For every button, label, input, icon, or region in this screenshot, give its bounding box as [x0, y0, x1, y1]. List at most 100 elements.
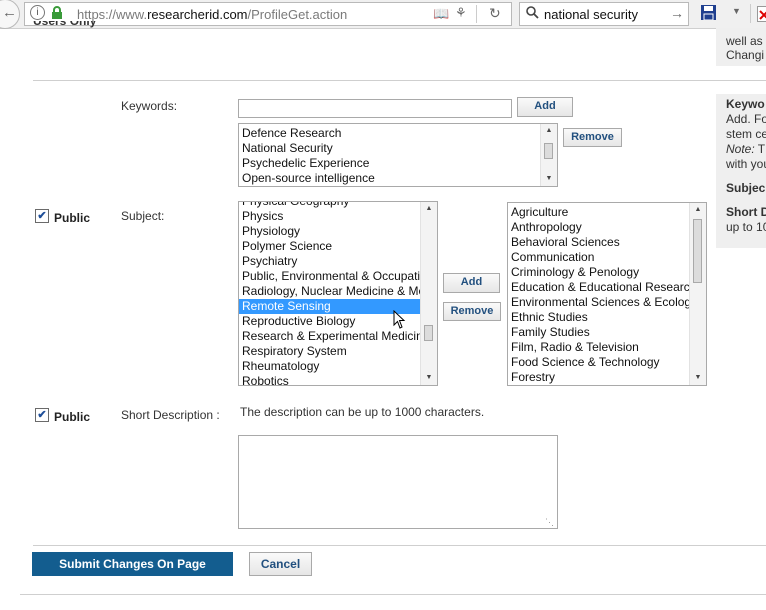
toolbar-divider	[476, 5, 477, 23]
list-item[interactable]: Film, Radio & Television	[508, 340, 689, 355]
subject-public-checkbox[interactable]: ✔	[35, 209, 49, 223]
keywords-scrollbar[interactable]: ▲ ▼	[540, 124, 557, 186]
search-query: national security	[544, 7, 638, 22]
keyword-input[interactable]	[238, 99, 512, 118]
scrollbar-thumb[interactable]	[544, 143, 553, 159]
selected-subjects-listbox[interactable]: Agriculture Anthropology Behavioral Scienc…	[507, 202, 707, 386]
add-keyword-button[interactable]: Add	[517, 97, 573, 117]
list-item[interactable]: Communication	[508, 250, 689, 265]
search-go-icon[interactable]: →	[670, 5, 684, 21]
info-icon: i	[30, 5, 45, 20]
list-item[interactable]: Respiratory System	[239, 344, 420, 359]
keywords-list: Defence Research National Security Psyched…	[239, 126, 540, 186]
top-cut-text: Users Only	[33, 21, 97, 28]
section-divider	[33, 80, 766, 81]
available-subjects-listbox[interactable]: Physical Geography Physics Physiology Polym…	[238, 201, 438, 386]
remove-subject-button[interactable]: Remove	[443, 302, 501, 321]
description-public-checkbox[interactable]: ✔	[35, 408, 49, 422]
search-icon	[526, 6, 539, 22]
section-divider-bottom	[33, 545, 766, 546]
help-sidebar: Keywo Add. Fo stem ce Note: T with you S…	[716, 94, 766, 248]
sidebar-top-line2: Changi	[726, 48, 765, 62]
available-subjects-scrollbar[interactable]: ▲ ▼	[420, 202, 437, 385]
list-item[interactable]: Physics	[239, 209, 420, 224]
sidebar-short-desc-line: up to 10	[726, 220, 766, 234]
mouse-cursor-icon	[393, 309, 407, 333]
list-item[interactable]: Education & Educational Research	[508, 280, 689, 295]
sidebar-keywords-note: Note:	[726, 142, 755, 156]
list-item[interactable]: Psychiatry	[239, 254, 420, 269]
list-item[interactable]: Physiology	[239, 224, 420, 239]
list-item[interactable]: Rheumatology	[239, 359, 420, 374]
save-page-icon[interactable]	[701, 5, 716, 23]
list-item[interactable]: Ethnic Studies	[508, 310, 689, 325]
reader-view-icon[interactable]: 📖	[433, 6, 449, 22]
sidebar-keywords-line2: Add. Fo	[726, 112, 766, 126]
sidebar-top-line1: well as	[726, 34, 763, 48]
short-description-label: Short Description :	[121, 408, 220, 422]
resize-grip-icon[interactable]: ⋱	[545, 517, 554, 528]
help-sidebar-top: well as Changi	[716, 28, 766, 66]
url-path: /ProfileGet.action	[247, 7, 348, 22]
list-item[interactable]: Anthropology	[508, 220, 689, 235]
scroll-down-arrow-icon[interactable]: ▼	[421, 371, 437, 385]
translate-icon[interactable]: ⚘	[455, 5, 467, 21]
list-item[interactable]: Polymer Science	[239, 239, 420, 254]
scrollbar-thumb[interactable]	[424, 325, 433, 341]
scrollbar-thumb[interactable]	[693, 219, 702, 283]
sidebar-subject-title: Subjec	[726, 181, 766, 195]
list-item[interactable]: Physical Geography	[239, 202, 420, 209]
search-bar[interactable]: national security →	[519, 2, 689, 26]
page-bottom-border	[20, 594, 766, 595]
keywords-listbox[interactable]: Defence Research National Security Psyched…	[238, 123, 558, 187]
chevron-down-icon[interactable]: ▼	[732, 6, 741, 16]
subject-label: Subject:	[121, 209, 165, 223]
short-description-textarea[interactable]	[238, 435, 558, 529]
list-item[interactable]: Environmental Sciences & Ecology	[508, 295, 689, 310]
sidebar-short-desc-title: Short D	[726, 205, 766, 219]
url-prefix: https://www.	[77, 7, 148, 22]
reload-icon[interactable]: ↻	[489, 5, 501, 22]
short-description-hint: The description can be up to 1000 charac…	[240, 405, 485, 419]
selected-subjects-scrollbar[interactable]: ▲ ▼	[689, 203, 706, 385]
list-item[interactable]: Criminology & Penology	[508, 265, 689, 280]
list-item[interactable]: Radiology, Nuclear Medicine & Medical Im…	[239, 284, 420, 299]
browser-toolbar: ← i https://www.researcherid.com/Profile…	[0, 0, 766, 29]
list-item[interactable]: National Security	[239, 141, 540, 156]
available-subjects-list: Physical Geography Physics Physiology Polym…	[239, 202, 420, 385]
subject-public-label: Public	[54, 211, 91, 225]
cancel-button[interactable]: Cancel	[249, 552, 312, 576]
scroll-down-arrow-icon[interactable]: ▼	[690, 371, 706, 385]
list-item[interactable]: Behavioral Sciences	[508, 235, 689, 250]
toolbar-divider	[750, 4, 751, 23]
description-public-label: Public	[54, 410, 91, 424]
sidebar-keywords-line3: stem ce	[726, 127, 766, 141]
scroll-up-arrow-icon[interactable]: ▲	[690, 203, 706, 217]
add-subject-button[interactable]: Add	[443, 273, 500, 293]
submit-changes-button[interactable]: Submit Changes On Page	[32, 552, 233, 576]
sidebar-keywords-title: Keywo	[726, 97, 765, 111]
list-item[interactable]: Forestry	[508, 370, 689, 385]
list-item[interactable]: Open-source intelligence	[239, 171, 540, 186]
url-text: https://www.researcherid.com/ProfileGet.…	[77, 7, 347, 22]
scroll-up-arrow-icon[interactable]: ▲	[541, 124, 557, 138]
list-item[interactable]: Robotics	[239, 374, 420, 385]
scroll-up-arrow-icon[interactable]: ▲	[421, 202, 437, 216]
url-domain: researcherid.com	[147, 7, 248, 22]
keywords-label: Keywords:	[121, 99, 178, 113]
list-item[interactable]: Agriculture	[508, 205, 689, 220]
selected-subjects-list: Agriculture Anthropology Behavioral Scienc…	[508, 205, 689, 385]
sidebar-keywords-line5: with you	[726, 157, 766, 171]
arrow-left-icon: ←	[2, 4, 17, 21]
list-item[interactable]: Food Science & Technology	[508, 355, 689, 370]
back-button[interactable]: ←	[0, 0, 20, 29]
list-item[interactable]: Defence Research	[239, 126, 540, 141]
list-item[interactable]: Family Studies	[508, 325, 689, 340]
addon-icon[interactable]	[757, 6, 766, 22]
address-bar[interactable]: i https://www.researcherid.com/ProfileGe…	[24, 2, 512, 26]
sidebar-keywords-note-rest: T	[754, 142, 766, 156]
scroll-down-arrow-icon[interactable]: ▼	[541, 172, 557, 186]
list-item[interactable]: Public, Environmental & Occupational Hea…	[239, 269, 420, 284]
remove-keyword-button[interactable]: Remove	[563, 128, 622, 147]
list-item[interactable]: Psychedelic Experience	[239, 156, 540, 171]
